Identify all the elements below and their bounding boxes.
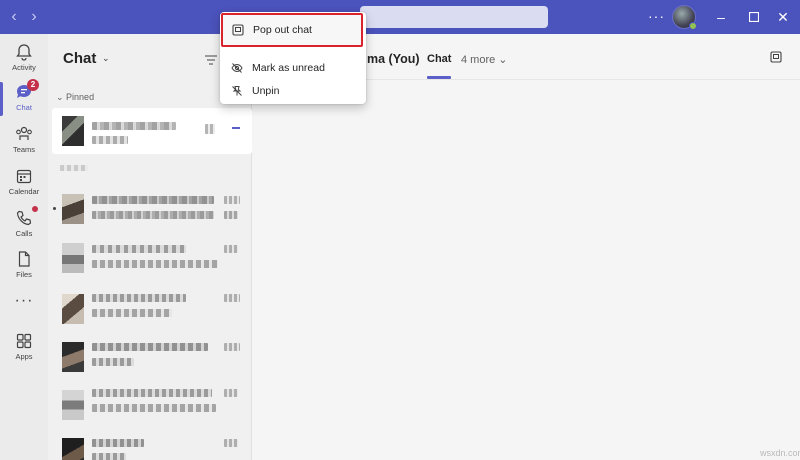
rail-item-activity[interactable]: Activity <box>0 38 48 78</box>
chat-unread-badge: 2 <box>27 79 39 91</box>
chevron-down-icon[interactable]: ⌄ <box>102 53 110 64</box>
blurred-timestamp <box>224 245 238 253</box>
close-icon[interactable]: ✕ <box>774 8 792 26</box>
rail-item-apps[interactable]: Apps <box>0 327 48 367</box>
search-input[interactable] <box>360 6 548 28</box>
avatar <box>62 194 84 224</box>
blurred-preview <box>92 211 214 219</box>
rail-item-files[interactable]: Files <box>0 245 48 285</box>
rail-label-activity: Activity <box>12 63 36 72</box>
avatar <box>62 342 84 372</box>
popout-icon[interactable] <box>770 51 782 63</box>
file-icon <box>18 251 30 267</box>
rail-label-apps: Apps <box>15 352 33 361</box>
rail-item-calendar[interactable]: Calendar <box>0 162 48 202</box>
unpin-icon <box>232 86 242 96</box>
rail-label-calls: Calls <box>15 229 33 238</box>
popout-icon <box>232 24 244 36</box>
blurred-preview <box>92 136 128 144</box>
presence-available-icon <box>689 22 697 30</box>
active-tab-indicator <box>427 76 451 79</box>
menu-label-mark-as-unread: Mark as unread <box>252 62 325 74</box>
avatar <box>62 243 84 273</box>
menu-label-unpin: Unpin <box>252 85 280 97</box>
blurred-section-label <box>60 165 88 171</box>
blurred-timestamp <box>224 439 238 447</box>
avatar <box>62 438 84 460</box>
blurred-name <box>92 122 176 130</box>
chat-list-item[interactable] <box>52 430 252 460</box>
apps-icon <box>16 333 32 349</box>
menu-item-mark-as-unread[interactable]: Mark as unread <box>220 56 366 80</box>
title-bar: ‹ › ··· – ✕ <box>0 0 800 34</box>
forward-arrow-icon[interactable]: › <box>26 9 42 25</box>
blurred-name <box>92 439 144 447</box>
chat-list-item[interactable] <box>52 186 252 232</box>
eye-off-icon <box>231 63 243 73</box>
blurred-timestamp <box>205 124 215 134</box>
blurred-name <box>92 196 214 204</box>
blurred-timestamp <box>224 389 238 397</box>
chat-list-item[interactable] <box>52 334 252 380</box>
avatar <box>62 116 84 146</box>
tab-more[interactable]: 4 more ⌄ <box>461 53 508 66</box>
phone-icon <box>16 210 32 226</box>
more-options-icon[interactable]: ··· <box>648 8 665 24</box>
tab-chat[interactable]: Chat <box>427 53 451 65</box>
chat-list-item[interactable] <box>52 286 252 332</box>
calendar-icon <box>16 169 32 184</box>
menu-item-unpin[interactable]: Unpin <box>220 79 366 103</box>
rail-item-teams[interactable]: Teams <box>0 120 48 160</box>
menu-item-pop-out-chat[interactable]: Pop out chat <box>221 13 363 47</box>
chat-list-item[interactable] <box>52 235 252 281</box>
chat-list-item-pinned[interactable] <box>52 108 252 154</box>
blurred-preview <box>92 453 126 460</box>
blurred-preview <box>92 358 134 366</box>
back-arrow-icon[interactable]: ‹ <box>6 9 22 25</box>
menu-label-pop-out-chat: Pop out chat <box>253 24 312 36</box>
calls-notification-dot <box>32 206 38 212</box>
rail-label-teams: Teams <box>12 145 36 154</box>
avatar <box>62 294 84 324</box>
blurred-preview <box>92 404 216 412</box>
pinned-label-text: Pinned <box>66 92 95 102</box>
bell-icon <box>16 44 32 61</box>
blurred-status <box>224 211 238 219</box>
blurred-preview <box>92 260 218 268</box>
blurred-name <box>92 343 208 351</box>
blurred-name <box>92 245 186 253</box>
rail-label-calendar: Calendar <box>8 187 40 196</box>
blurred-name <box>92 294 186 302</box>
rail-item-calls[interactable]: Calls <box>0 204 48 244</box>
rail-item-chat[interactable]: 2 Chat <box>0 78 48 118</box>
rail-label-files: Files <box>16 270 32 279</box>
unread-dot-icon <box>53 207 56 210</box>
filter-icon[interactable] <box>204 54 218 66</box>
minimize-icon[interactable]: – <box>712 8 730 26</box>
watermark-text: wsxdn.com <box>760 448 800 458</box>
options-dash-icon[interactable] <box>232 127 240 129</box>
conversation-title: ma (You) <box>367 52 420 66</box>
blurred-timestamp <box>224 343 240 351</box>
chat-list-item[interactable] <box>52 382 252 428</box>
app-rail: Activity 2 Chat Teams Calendar Calls Fil… <box>0 34 48 460</box>
chat-list-title[interactable]: Chat <box>63 50 96 67</box>
blurred-preview <box>92 309 172 317</box>
blurred-name <box>92 389 212 397</box>
pinned-section-label[interactable]: ⌄ Pinned <box>56 92 94 103</box>
teams-icon <box>16 126 32 140</box>
blurred-timestamp <box>224 196 240 204</box>
more-apps-icon[interactable]: ··· <box>0 292 48 310</box>
maximize-icon[interactable] <box>745 8 763 26</box>
blurred-timestamp <box>224 294 240 302</box>
tab-more-label: 4 more <box>461 54 496 66</box>
rail-label-chat: Chat <box>16 103 32 112</box>
avatar <box>62 390 84 420</box>
